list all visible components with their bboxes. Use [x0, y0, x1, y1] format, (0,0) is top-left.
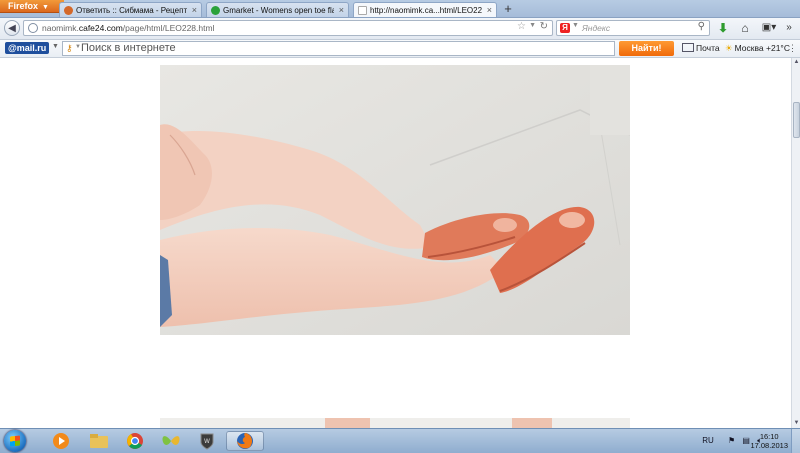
- firefox-menu-button[interactable]: Firefox ▼: [0, 0, 64, 13]
- page-content: [0, 58, 791, 428]
- windows-taskbar: W RU ⚑ ▤ 🔈︎ 16:10 17.08.2013: [0, 428, 800, 453]
- chevron-down-icon[interactable]: ▼: [572, 22, 579, 29]
- tab-leo228[interactable]: http://naomimk.ca...html/LEO228.html ×: [353, 2, 497, 17]
- search-placeholder: Поиск в интернете: [81, 42, 176, 54]
- back-button[interactable]: ◀: [4, 20, 20, 36]
- legs-sandals-image: [160, 65, 630, 335]
- mailru-toolbar: @mail.ru ▼ ⚷ ▼ Поиск в интернете Найти! …: [0, 40, 800, 58]
- sibmama-favicon-icon: [64, 6, 73, 15]
- taskbar-chrome[interactable]: [122, 431, 148, 451]
- media-player-icon: [53, 433, 69, 449]
- key-icon: ⚷: [66, 43, 73, 53]
- weather-widget[interactable]: ☀ Москва +21°C: [725, 42, 790, 55]
- language-indicator[interactable]: RU: [702, 436, 714, 445]
- clock-date: 17.08.2013: [750, 441, 788, 450]
- scroll-down-icon[interactable]: ▼: [792, 419, 800, 428]
- url-bar[interactable]: naomimk.cafe24.com/page/html/LEO228.html…: [23, 20, 553, 36]
- bookmark-star-icon[interactable]: ☆: [517, 21, 526, 32]
- taskbar-media-player[interactable]: [48, 431, 74, 451]
- new-tab-button[interactable]: +: [500, 2, 516, 17]
- scrollbar-thumb[interactable]: [793, 102, 800, 138]
- taskbar-firefox[interactable]: [226, 431, 264, 451]
- tab-label: Ответить :: Сибмама - Рецепт хорош...: [76, 6, 187, 15]
- download-icon[interactable]: ⬇: [716, 21, 730, 35]
- legs-preview-image: [160, 418, 630, 428]
- search-icon[interactable]: ⚲: [698, 21, 705, 32]
- close-icon[interactable]: ×: [339, 3, 344, 17]
- vertical-scrollbar[interactable]: ▲ ▼: [791, 58, 800, 428]
- scroll-up-icon[interactable]: ▲: [792, 58, 800, 67]
- navigation-toolbar: ◀ naomimk.cafe24.com/page/html/LEO228.ht…: [0, 18, 800, 40]
- page-favicon-icon: [358, 6, 367, 15]
- tab-label: Gmarket - Womens open toe flat sho...: [223, 6, 334, 15]
- close-icon[interactable]: ×: [192, 3, 197, 17]
- tab-label: http://naomimk.ca...html/LEO228.html: [370, 6, 482, 15]
- envelope-icon: [682, 43, 694, 52]
- second-product-photo: [160, 418, 630, 428]
- yandex-logo-icon: Я: [560, 23, 570, 33]
- windows-logo-icon: [10, 435, 20, 447]
- home-icon[interactable]: ⌂: [738, 21, 752, 35]
- chevron-down-icon: ▼: [42, 4, 49, 11]
- show-desktop-button[interactable]: [791, 429, 800, 453]
- close-icon[interactable]: ×: [487, 3, 492, 17]
- search-placeholder: Яндекс: [582, 23, 611, 33]
- mailru-logo[interactable]: @mail.ru: [5, 42, 50, 54]
- taskbar-explorer[interactable]: [86, 431, 112, 451]
- clock[interactable]: 16:10 17.08.2013: [750, 432, 788, 450]
- menu-icon[interactable]: ▣▾: [760, 21, 778, 35]
- svg-text:W: W: [204, 438, 210, 445]
- yandex-search-box[interactable]: Я ▼ Яндекс ⚲: [556, 20, 710, 36]
- globe-icon: [28, 23, 38, 33]
- chevron-down-icon[interactable]: ▼: [529, 22, 536, 29]
- mail-link[interactable]: Почта: [682, 42, 720, 55]
- chrome-icon: [127, 433, 143, 449]
- network-icon[interactable]: ▤: [742, 436, 750, 445]
- tab-sibmama[interactable]: Ответить :: Сибмама - Рецепт хорош... ×: [59, 2, 202, 17]
- wot-shield-icon: W: [200, 433, 214, 450]
- flag-icon[interactable]: ⚑: [728, 436, 735, 445]
- arrow-left-icon: ◀: [8, 23, 16, 34]
- more-tools-icon[interactable]: »: [782, 21, 796, 35]
- url-text: naomimk.cafe24.com/page/html/LEO228.html: [42, 23, 215, 33]
- firefox-icon: [237, 433, 253, 449]
- clock-time: 16:10: [759, 432, 779, 441]
- sun-icon: ☀: [725, 43, 733, 53]
- start-button[interactable]: [4, 430, 26, 452]
- mailru-search-button[interactable]: Найти!: [619, 41, 674, 56]
- folder-icon: [90, 434, 108, 448]
- tab-strip: Firefox▼ Ответить :: Сибмама - Рецепт хо…: [0, 0, 800, 18]
- butterfly-icon: [162, 436, 180, 445]
- taskbar-world-of-tanks[interactable]: W: [194, 431, 220, 451]
- firefox-menu-label: Firefox: [8, 1, 39, 11]
- apps-grid-icon[interactable]: ⋮⋮: [788, 43, 800, 53]
- mailru-search-input[interactable]: ⚷ ▼ Поиск в интернете: [62, 41, 615, 56]
- gmarket-favicon-icon: [211, 6, 220, 15]
- taskbar-butterfly-app[interactable]: [158, 431, 184, 451]
- chevron-down-icon[interactable]: ▼: [52, 43, 59, 50]
- reload-icon[interactable]: ↻: [540, 21, 548, 32]
- tab-gmarket[interactable]: Gmarket - Womens open toe flat sho... ×: [206, 2, 349, 17]
- product-photo: [160, 65, 630, 335]
